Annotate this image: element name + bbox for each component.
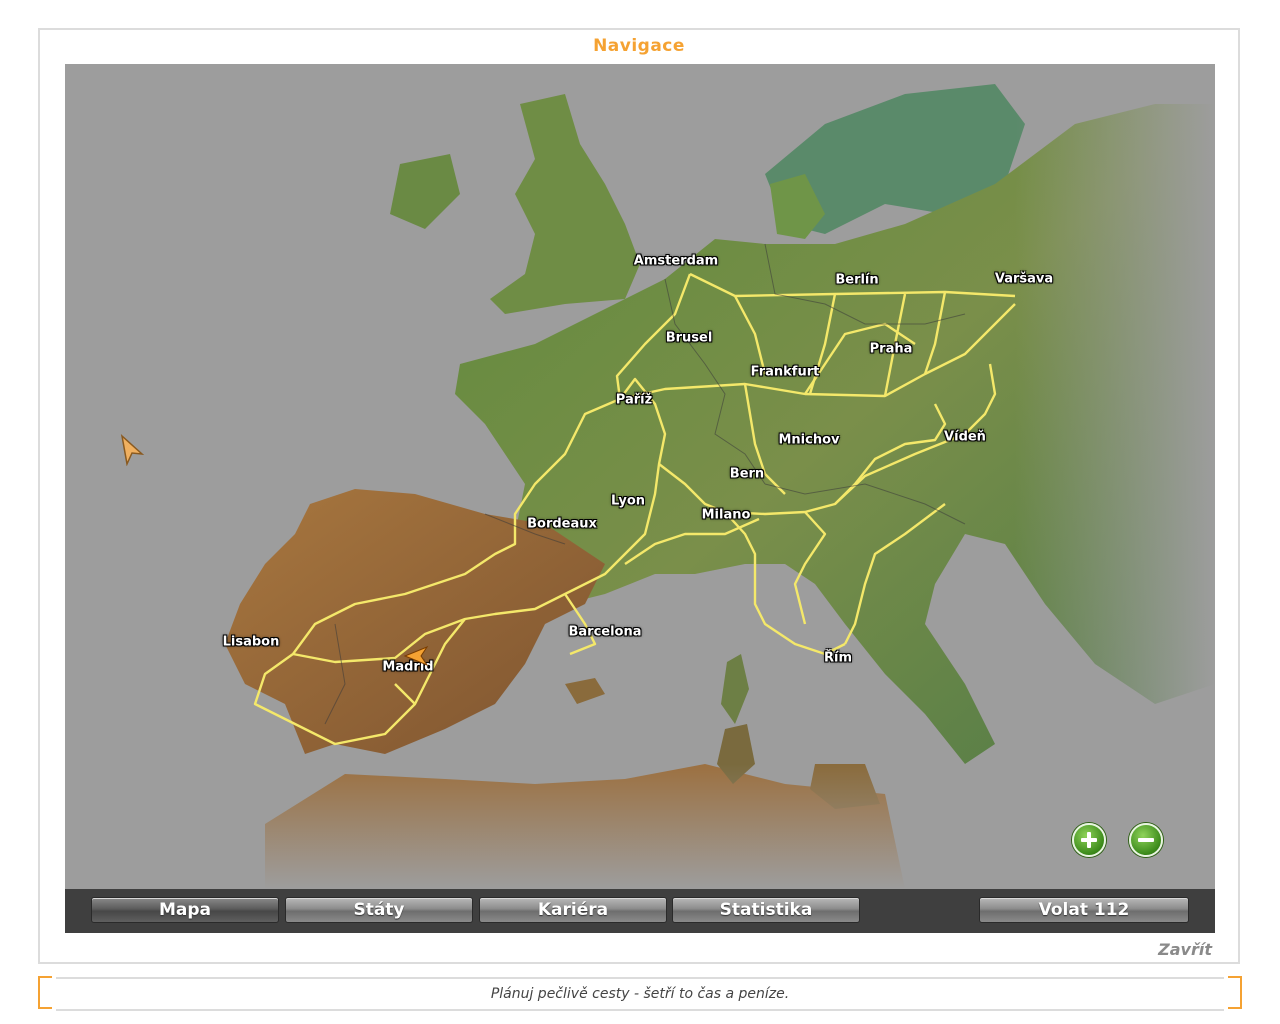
city-label-berlin[interactable]: Berlín — [835, 273, 878, 288]
city-label-barcelona[interactable]: Barcelona — [568, 625, 641, 640]
mouse-cursor-icon — [120, 434, 145, 466]
bottom-toolbar: Mapa Státy Kariéra Statistika Volat 112 — [65, 889, 1215, 933]
window-title: Navigace — [593, 36, 685, 56]
career-tab-button[interactable]: Kariéra — [479, 897, 667, 923]
tip-text: Plánuj pečlivě cesty - šetří to čas a pe… — [56, 977, 1224, 1011]
city-label-frankfurt[interactable]: Frankfurt — [751, 365, 820, 380]
city-label-viden[interactable]: Vídeň — [944, 430, 986, 445]
zoom-in-button[interactable] — [1072, 823, 1106, 857]
city-label-rim[interactable]: Řím — [824, 651, 852, 666]
city-label-lisabon[interactable]: Lisabon — [223, 635, 280, 650]
city-label-bordeaux[interactable]: Bordeaux — [527, 517, 597, 532]
map-tab-button[interactable]: Mapa — [91, 897, 279, 923]
player-position-icon — [403, 646, 429, 666]
city-label-amsterdam[interactable]: Amsterdam — [634, 254, 718, 269]
states-tab-button[interactable]: Státy — [285, 897, 473, 923]
statistics-tab-button[interactable]: Statistika — [672, 897, 860, 923]
map-graphic — [65, 64, 1215, 889]
tip-bar: Plánuj pečlivě cesty - šetří to čas a pe… — [38, 976, 1242, 1011]
city-label-mnichov[interactable]: Mnichov — [778, 433, 839, 448]
tip-bracket-left — [38, 976, 52, 1009]
corsica-landmass — [721, 654, 749, 724]
city-label-brusel[interactable]: Brusel — [666, 331, 713, 346]
europe-map[interactable]: Amsterdam Berlín Varšava Brusel Praha Fr… — [65, 64, 1215, 889]
zoom-out-button[interactable] — [1129, 823, 1163, 857]
ireland-landmass — [390, 154, 460, 229]
city-label-varsava[interactable]: Varšava — [995, 272, 1053, 287]
city-label-milano[interactable]: Milano — [702, 508, 751, 523]
navigation-window: Navigace Amsterdam Berlín Varšava Brusel… — [38, 28, 1240, 964]
britain-landmass — [490, 94, 640, 314]
close-link[interactable]: Zavřít — [1158, 940, 1212, 959]
minus-icon — [1138, 838, 1154, 842]
city-label-lyon[interactable]: Lyon — [611, 494, 645, 509]
city-label-praha[interactable]: Praha — [870, 342, 913, 357]
balearic-landmass — [565, 678, 605, 704]
tip-bracket-right — [1228, 976, 1242, 1009]
call-112-button[interactable]: Volat 112 — [979, 897, 1189, 923]
city-label-pariz[interactable]: Paříž — [616, 393, 652, 408]
city-label-bern[interactable]: Bern — [730, 467, 764, 482]
